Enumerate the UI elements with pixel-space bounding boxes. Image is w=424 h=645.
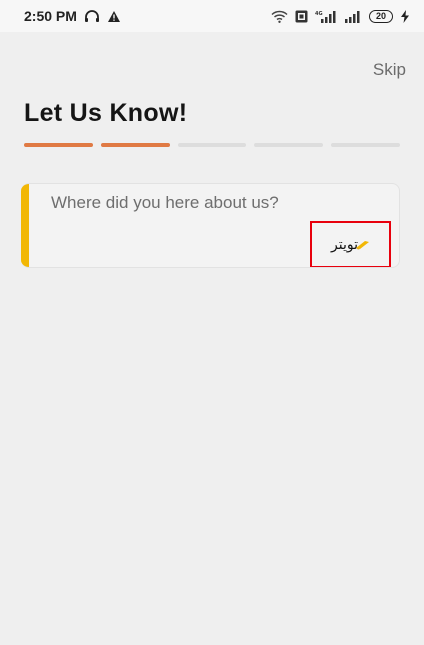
answer-content: تويتر xyxy=(331,236,370,253)
charging-icon xyxy=(400,9,410,23)
signal-icon xyxy=(344,10,362,23)
progress-step-done xyxy=(24,143,93,147)
4g-signal-icon: 4G xyxy=(315,10,337,23)
page-title: Let Us Know! xyxy=(24,99,188,127)
warning-icon xyxy=(107,10,121,23)
skip-button[interactable]: Skip xyxy=(373,60,406,80)
progress-step-pending xyxy=(254,143,324,147)
question-text: Where did you here about us? xyxy=(51,193,279,212)
battery-icon: 20 xyxy=(369,9,393,23)
pencil-icon xyxy=(355,240,370,250)
screen: 2:50 PM 4G 20 Skip Let Us Know! Where di… xyxy=(0,0,424,645)
progress-step-pending xyxy=(331,143,400,147)
battery-level: 20 xyxy=(375,10,386,21)
status-time: 2:50 PM xyxy=(24,8,77,24)
headphones-icon xyxy=(84,9,100,23)
progress-step-pending xyxy=(177,143,247,147)
svg-text:4G: 4G xyxy=(315,11,323,17)
status-left: 2:50 PM xyxy=(24,8,121,24)
progress-step-done xyxy=(100,143,170,147)
status-bar: 2:50 PM 4G 20 xyxy=(0,0,424,32)
wifi-icon xyxy=(271,10,288,23)
sim-icon xyxy=(295,10,308,23)
answer-text: تويتر xyxy=(331,236,358,252)
question-card: Where did you here about us? تويتر xyxy=(21,183,400,268)
status-right: 4G 20 xyxy=(271,9,410,23)
card-accent-bar xyxy=(21,184,29,267)
progress-stepper xyxy=(24,143,400,147)
answer-option[interactable]: تويتر xyxy=(310,221,391,267)
